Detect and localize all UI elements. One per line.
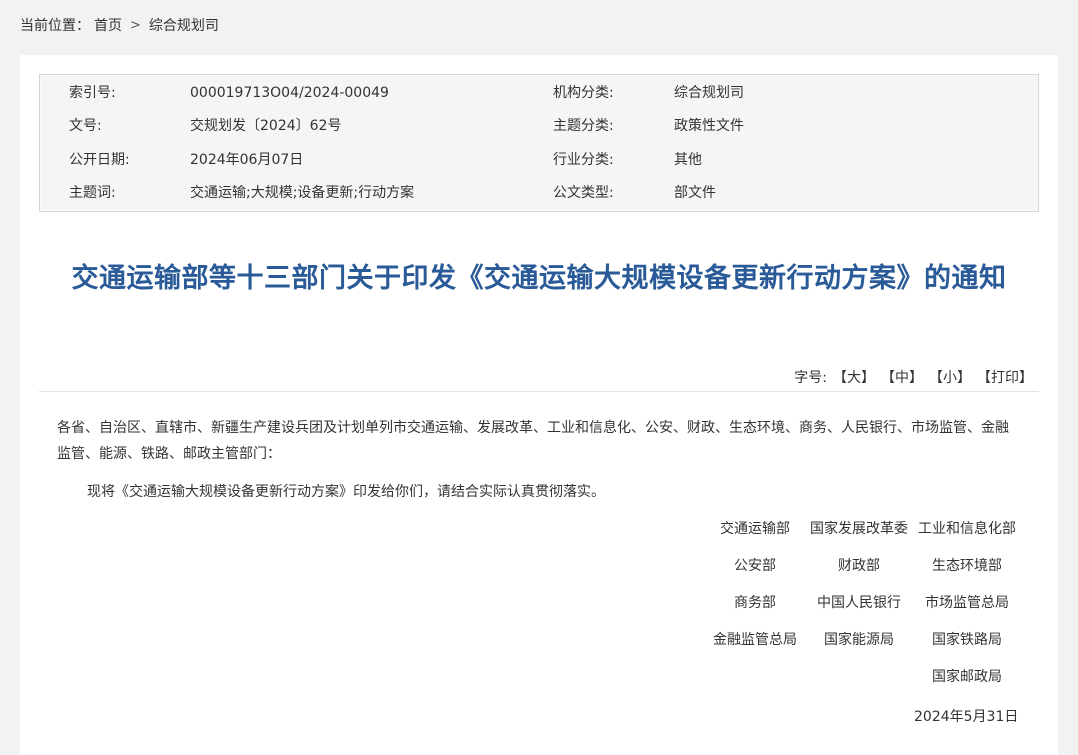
- document-title: 交通运输部等十三部门关于印发《交通运输大规模设备更新行动方案》的通知: [20, 255, 1058, 302]
- signer-name: 国家铁路局: [912, 628, 1022, 652]
- metadata-value: 2024年06月07日: [190, 149, 303, 171]
- metadata-key: 主题词:: [69, 182, 116, 204]
- signer-name: 交通运输部: [700, 517, 810, 541]
- font-size-toolbar: 字号: 【大】 【中】 【小】 【打印】: [794, 368, 1033, 388]
- metadata-row: 主题词: 交通运输;大规模;设备更新;行动方案 公文类型: 部文件: [40, 182, 1038, 204]
- metadata-key: 公开日期:: [69, 149, 130, 171]
- salutation-paragraph: 各省、自治区、直辖市、新疆生产建设兵团及计划单列市交通运输、发展改革、工业和信息…: [57, 415, 1022, 467]
- breadcrumb-separator: >: [130, 16, 141, 36]
- body-paragraph: 现将《交通运输大规模设备更新行动方案》印发给你们，请结合实际认真贯彻落实。: [87, 481, 605, 503]
- metadata-key: 索引号:: [69, 82, 116, 104]
- font-size-label: 字号:: [794, 368, 827, 388]
- content-panel: 索引号: 000019713O04/2024-00049 机构分类: 综合规划司…: [20, 55, 1058, 755]
- signer-name: 公安部: [700, 554, 810, 578]
- metadata-value: 000019713O04/2024-00049: [190, 82, 389, 104]
- metadata-row: 公开日期: 2024年06月07日 行业分类: 其他: [40, 149, 1038, 171]
- metadata-row: 索引号: 000019713O04/2024-00049 机构分类: 综合规划司: [40, 82, 1038, 104]
- signer-name: 工业和信息化部: [912, 517, 1022, 541]
- signer-name: 中国人民银行: [804, 591, 914, 615]
- signer-row: 交通运输部 国家发展改革委 工业和信息化部: [700, 517, 1030, 541]
- metadata-value: 综合规划司: [674, 82, 744, 104]
- signer-name: 国家邮政局: [912, 665, 1022, 689]
- metadata-value: 交规划发〔2024〕62号: [190, 115, 341, 137]
- signer-row: 公安部 财政部 生态环境部: [700, 554, 1030, 578]
- signer-row: 商务部 中国人民银行 市场监管总局: [700, 591, 1030, 615]
- breadcrumb-label: 当前位置：: [20, 16, 90, 36]
- signer-name: 国家发展改革委: [804, 517, 914, 541]
- font-size-large-button[interactable]: 【大】: [833, 368, 875, 388]
- metadata-key: 公文类型:: [553, 182, 614, 204]
- breadcrumb-current-link[interactable]: 综合规划司: [149, 16, 219, 36]
- divider: [39, 391, 1039, 392]
- metadata-value: 交通运输;大规模;设备更新;行动方案: [190, 182, 414, 204]
- metadata-key: 行业分类:: [553, 149, 614, 171]
- metadata-key: 文号:: [69, 115, 102, 137]
- breadcrumb-home-link[interactable]: 首页: [94, 16, 122, 36]
- signer-row: 国家邮政局: [700, 665, 1030, 689]
- signer-name: 生态环境部: [912, 554, 1022, 578]
- signer-name: 商务部: [700, 591, 810, 615]
- metadata-value: 其他: [674, 149, 702, 171]
- breadcrumb: 当前位置： 首页 > 综合规划司: [20, 16, 219, 36]
- signer-name: 财政部: [804, 554, 914, 578]
- metadata-value: 部文件: [674, 182, 716, 204]
- metadata-key: 主题分类:: [553, 115, 614, 137]
- document-metadata-box: 索引号: 000019713O04/2024-00049 机构分类: 综合规划司…: [39, 74, 1039, 212]
- print-button[interactable]: 【打印】: [977, 368, 1033, 388]
- signer-row: 金融监管总局 国家能源局 国家铁路局: [700, 628, 1030, 652]
- signer-name: 国家能源局: [804, 628, 914, 652]
- signer-name: 金融监管总局: [700, 628, 810, 652]
- metadata-key: 机构分类:: [553, 82, 614, 104]
- metadata-value: 政策性文件: [674, 115, 744, 137]
- document-date: 2024年5月31日: [914, 706, 1018, 728]
- signer-name: 市场监管总局: [912, 591, 1022, 615]
- metadata-row: 文号: 交规划发〔2024〕62号 主题分类: 政策性文件: [40, 115, 1038, 137]
- font-size-medium-button[interactable]: 【中】: [881, 368, 923, 388]
- font-size-small-button[interactable]: 【小】: [929, 368, 971, 388]
